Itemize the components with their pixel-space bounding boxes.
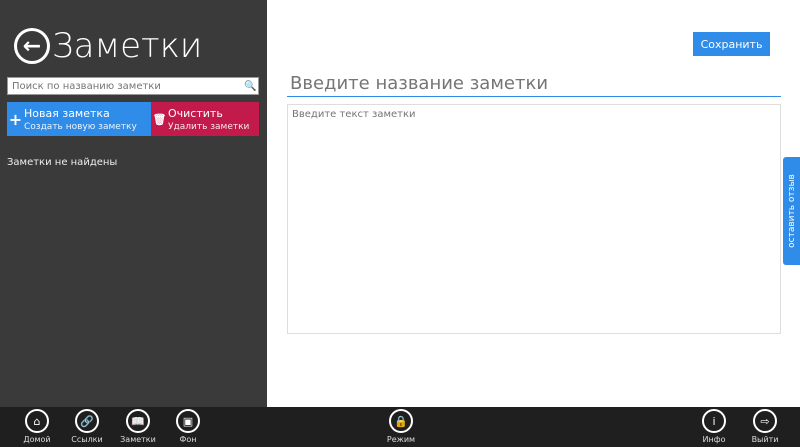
nav-label: Заметки bbox=[120, 435, 156, 444]
note-title-input[interactable] bbox=[287, 70, 781, 97]
clear-button[interactable]: 🗑 Очистить Удалить заметки bbox=[151, 102, 259, 136]
note-text-input[interactable] bbox=[287, 104, 781, 334]
nav-label: Выйти bbox=[751, 435, 779, 444]
nav-label: Ссылки bbox=[71, 435, 103, 444]
clear-label: Очистить bbox=[168, 106, 223, 120]
nav-exit[interactable]: ⇨ Выйти bbox=[745, 409, 785, 444]
nav-info[interactable]: i Инфо bbox=[694, 409, 734, 444]
new-note-button[interactable]: + Новая заметка Создать новую заметку bbox=[7, 102, 151, 136]
back-arrow-icon[interactable]: ← bbox=[14, 28, 50, 64]
home-icon: ⌂ bbox=[25, 409, 49, 433]
new-note-label: Новая заметка bbox=[24, 106, 110, 120]
search-input[interactable] bbox=[8, 80, 244, 92]
new-note-sub: Создать новую заметку bbox=[24, 121, 137, 132]
search-box: 🔍 bbox=[7, 77, 259, 95]
image-icon: ▣ bbox=[176, 409, 200, 433]
nav-label: Домой bbox=[23, 435, 51, 444]
book-icon: 📖 bbox=[126, 409, 150, 433]
exit-icon: ⇨ bbox=[753, 409, 777, 433]
page-header: ← Заметки bbox=[14, 26, 202, 66]
search-icon[interactable]: 🔍 bbox=[244, 81, 258, 92]
nav-label: Режим bbox=[386, 435, 416, 444]
nav-home[interactable]: ⌂ Домой bbox=[17, 409, 57, 444]
nav-label: Фон bbox=[179, 435, 197, 444]
empty-message: Заметки не найдены bbox=[7, 157, 118, 168]
save-button[interactable]: Сохранить bbox=[693, 32, 770, 56]
lock-icon: 🔒 bbox=[389, 409, 413, 433]
nav-mode[interactable]: 🔒 Режим bbox=[381, 409, 421, 444]
trash-icon: 🗑 bbox=[152, 112, 167, 126]
plus-icon: + bbox=[8, 109, 23, 129]
feedback-label: оставить отзыв bbox=[786, 174, 797, 248]
bottom-bar: ⌂ Домой 🔗 Ссылки 📖 Заметки ▣ Фон 🔒 Режим i Инф… bbox=[0, 407, 800, 447]
nav-label: Инфо bbox=[702, 435, 726, 444]
link-icon: 🔗 bbox=[75, 409, 99, 433]
nav-background[interactable]: ▣ Фон bbox=[168, 409, 208, 444]
clear-sub: Удалить заметки bbox=[168, 121, 250, 132]
sidebar: ← Заметки 🔍 + Новая заметкаСоздать новую… bbox=[0, 0, 267, 407]
nav-links[interactable]: 🔗 Ссылки bbox=[67, 409, 107, 444]
nav-notes[interactable]: 📖 Заметки bbox=[118, 409, 158, 444]
info-icon: i bbox=[702, 409, 726, 433]
feedback-tab[interactable]: оставить отзыв bbox=[783, 157, 800, 265]
page-title: Заметки bbox=[52, 26, 203, 66]
